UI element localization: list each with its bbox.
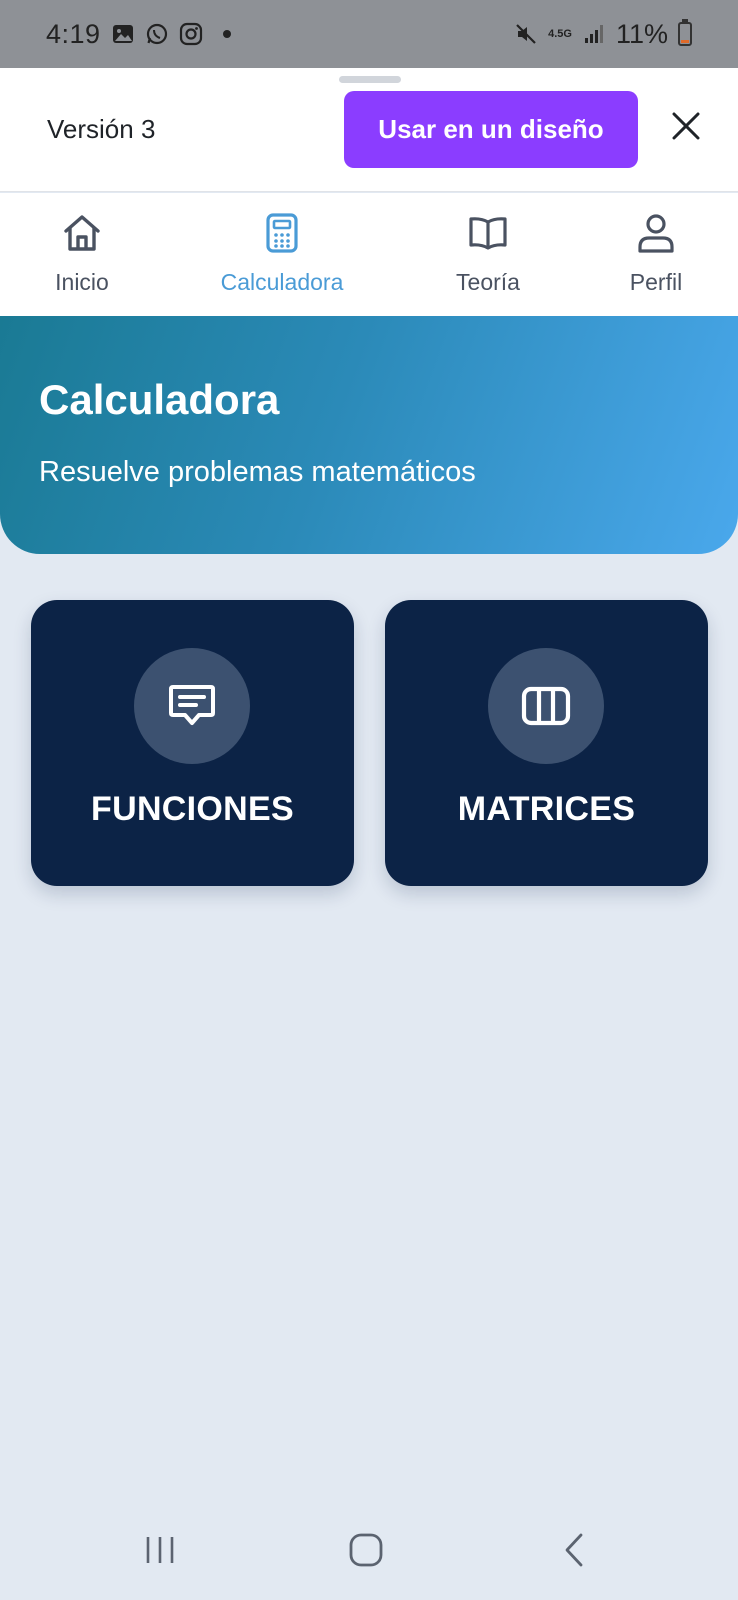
tab-teoria[interactable]: Teoría bbox=[408, 211, 568, 301]
home-button[interactable] bbox=[336, 1530, 396, 1570]
matrices-label: MATRICES bbox=[457, 790, 636, 828]
tab-label-calculadora: Calculadora bbox=[220, 269, 344, 295]
page-title: Calculadora bbox=[39, 376, 280, 423]
back-arrow-icon bbox=[565, 1533, 583, 1567]
funciones-icon-circle bbox=[134, 648, 250, 764]
tab-calculadora[interactable]: Calculadora bbox=[202, 211, 362, 301]
tab-inicio[interactable]: Inicio bbox=[2, 211, 162, 301]
matrices-card[interactable]: MATRICES bbox=[385, 600, 708, 886]
tab-label-perfil: Perfil bbox=[629, 269, 683, 295]
mute-icon bbox=[514, 22, 538, 46]
user-icon bbox=[634, 211, 678, 255]
matrices-icon-circle bbox=[488, 648, 604, 764]
gallery-icon bbox=[111, 22, 135, 46]
recent-apps-button[interactable] bbox=[130, 1530, 190, 1570]
funciones-card[interactable]: FUNCIONES bbox=[31, 600, 354, 886]
status-bar-right: 4.5G 11% bbox=[514, 19, 692, 50]
tab-bar: Inicio Calculadora Teoría Perfil bbox=[0, 193, 738, 316]
signal-icon bbox=[582, 22, 606, 46]
hero-banner: Calculadora Resuelve problemas matemátic… bbox=[0, 316, 738, 554]
book-icon bbox=[466, 211, 510, 255]
page-subtitle: Resuelve problemas matemáticos bbox=[39, 456, 476, 488]
recent-apps-icon bbox=[146, 1537, 174, 1563]
use-in-design-button[interactable]: Usar en un diseño bbox=[344, 91, 638, 168]
network-type: 4.5G bbox=[548, 27, 572, 40]
tab-perfil[interactable]: Perfil bbox=[576, 211, 736, 301]
message-square-text-icon bbox=[169, 685, 215, 725]
instagram-icon bbox=[179, 22, 203, 46]
status-time: 4:19 bbox=[46, 18, 101, 49]
whatsapp-icon bbox=[145, 22, 169, 46]
close-button[interactable] bbox=[666, 106, 706, 146]
system-navigation-bar bbox=[0, 1500, 738, 1600]
tab-label-teoria: Teoría bbox=[456, 269, 520, 295]
notification-dot bbox=[222, 30, 231, 38]
version-header: Versión 3 Usar en un diseño bbox=[0, 68, 738, 192]
funciones-label: FUNCIONES bbox=[91, 790, 294, 828]
close-icon bbox=[672, 112, 700, 140]
tab-label-inicio: Inicio bbox=[55, 269, 109, 295]
battery-icon bbox=[678, 19, 692, 46]
columns-icon bbox=[521, 686, 571, 726]
battery-percent: 11% bbox=[615, 18, 668, 49]
version-label: Versión 3 bbox=[47, 114, 156, 144]
home-icon bbox=[60, 211, 104, 255]
home-circle-icon bbox=[349, 1533, 383, 1567]
drag-handle[interactable] bbox=[339, 76, 401, 83]
status-bar: 4:19 4.5G 11% bbox=[0, 0, 738, 68]
status-bar-left: 4:19 bbox=[46, 19, 231, 50]
calculator-icon bbox=[260, 211, 304, 255]
back-button[interactable] bbox=[544, 1530, 604, 1570]
